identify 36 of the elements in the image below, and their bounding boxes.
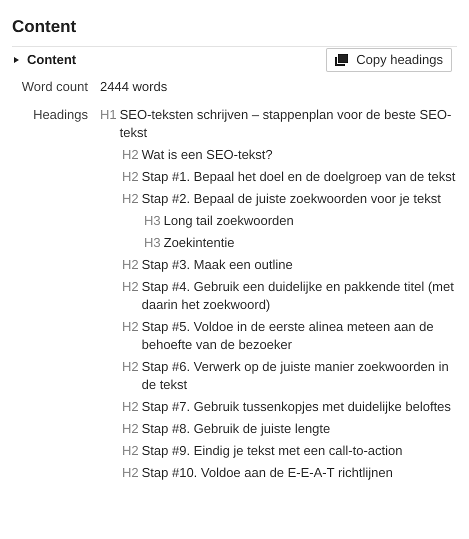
heading-text: Stap #9. Eindig je tekst met een call-to-action [142, 442, 402, 460]
copy-headings-button[interactable]: Copy headings [326, 48, 452, 72]
heading-text: Stap #1. Bepaal het doel en de doelgroep van de tekst [142, 168, 456, 186]
heading-tag: H2 [122, 464, 139, 482]
heading-tag: H2 [122, 318, 139, 336]
heading-tag: H2 [122, 278, 139, 296]
heading-tag: H1 [100, 106, 117, 124]
heading-tag: H2 [122, 190, 139, 208]
heading-tag: H2 [122, 168, 139, 186]
heading-tag: H2 [122, 146, 139, 164]
heading-tag: H2 [122, 420, 139, 438]
heading-text: Stap #4. Gebruik een duidelijke en pakkende titel (met daarin het zoekwoord) [142, 278, 455, 314]
heading-text: Long tail zoekwoorden [164, 212, 294, 230]
heading-text: Stap #6. Verwerk op de juiste manier zoekwoorden in de tekst [142, 358, 450, 394]
heading-tag: H3 [144, 212, 161, 230]
heading-tag: H3 [144, 234, 161, 252]
heading-text: Wat is een SEO-tekst? [142, 146, 273, 164]
heading-text: Stap #10. Voldoe aan de E-E-A-T richtlijnen [142, 464, 393, 482]
heading-text: Zoekintentie [164, 234, 234, 252]
page-title: Content [12, 16, 78, 38]
heading-text: SEO-teksten schrijven – stappenplan voor de beste SEO-tekst [120, 106, 452, 142]
section-toggle[interactable]: Content [12, 50, 76, 70]
copy-icon [335, 54, 348, 66]
heading-text: Stap #5. Voldoe in de eerste alinea meteen aan de behoefte van de bezoeker [142, 318, 435, 354]
heading-text: Stap #3. Maak een outline [142, 256, 293, 274]
heading-tag: H2 [122, 358, 139, 376]
heading-text: Stap #2. Bepaal de juiste zoekwoorden voor je tekst [142, 190, 441, 208]
heading-tag: H2 [122, 256, 139, 274]
caret-icon [14, 57, 19, 63]
heading-tag: H2 [122, 398, 139, 416]
heading-tag: H2 [122, 442, 139, 460]
heading-text: Stap #7. Gebruik tussenkopjes met duidelijke beloftes [142, 398, 451, 416]
field-label: Word count [20, 78, 88, 96]
word-count: 2444 words [100, 78, 168, 96]
heading-text: Stap #8. Gebruik de juiste lengte [142, 420, 330, 438]
field-label: Headings [32, 106, 88, 124]
